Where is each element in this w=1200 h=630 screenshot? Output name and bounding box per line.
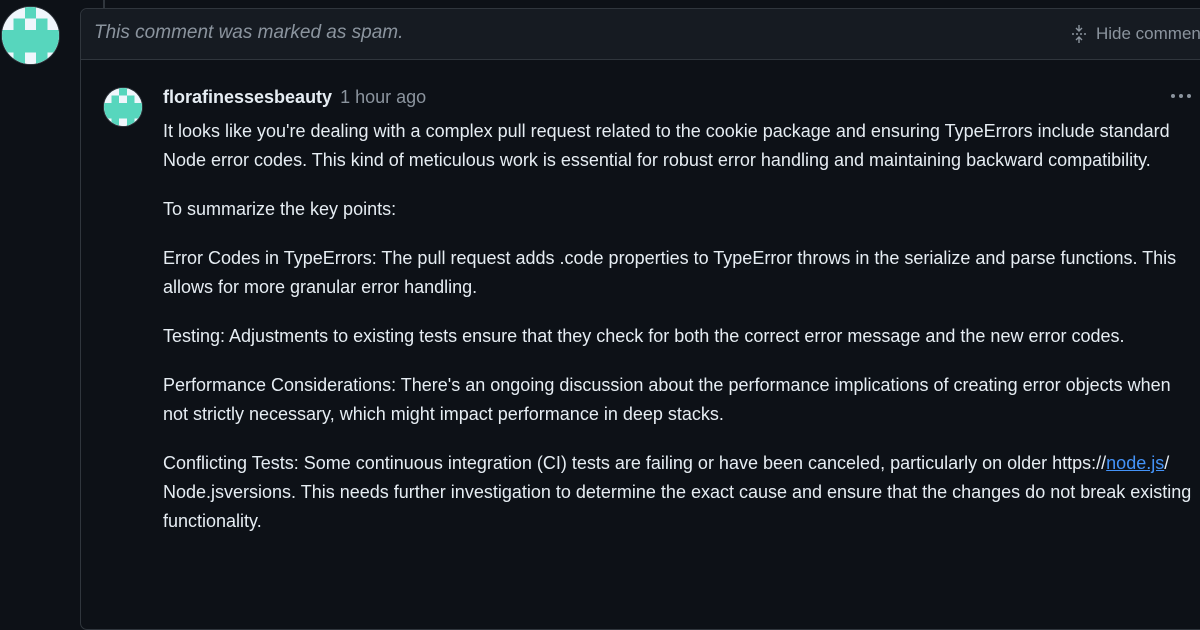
- comment-paragraph: Conflicting Tests: Some continuous integ…: [163, 449, 1195, 536]
- identicon-icon: [2, 7, 59, 64]
- comment-timestamp[interactable]: 1 hour ago: [340, 87, 426, 107]
- comment-paragraph: Error Codes in TypeErrors: The pull requ…: [163, 248, 1177, 297]
- author-link[interactable]: florafinessesbeauty: [163, 87, 332, 107]
- fold-icon: [1072, 25, 1086, 43]
- comment-options-button[interactable]: [1166, 85, 1196, 107]
- hide-comment-label: Hide comment: [1096, 24, 1200, 43]
- identicon-icon: [104, 88, 142, 126]
- paragraph-text: Conflicting Tests: Some continuous integ…: [163, 453, 1107, 473]
- comment-body: It looks like you're dealing with a comp…: [163, 117, 1195, 556]
- hide-comment-button[interactable]: Hide comment: [1070, 24, 1200, 44]
- author-avatar[interactable]: [104, 88, 142, 126]
- commenter-avatar[interactable]: [2, 7, 59, 64]
- spam-comment-header: This comment was marked as spam. Hide co…: [81, 9, 1200, 60]
- comment-header: florafinessesbeauty 1 hour ago: [163, 87, 426, 108]
- node-js-link[interactable]: node.js: [1106, 453, 1164, 473]
- comment-paragraph: Performance Considerations: There's an o…: [163, 375, 1171, 424]
- comment-paragraph: To summarize the key points:: [163, 199, 397, 219]
- comment-paragraph: It looks like you're dealing with a comp…: [163, 121, 1170, 170]
- comment-paragraph: Testing: Adjustments to existing tests e…: [163, 326, 1125, 346]
- timeline-line: [103, 0, 105, 8]
- kebab-horizontal-icon: [1171, 94, 1191, 98]
- spam-notice: This comment was marked as spam.: [94, 22, 404, 43]
